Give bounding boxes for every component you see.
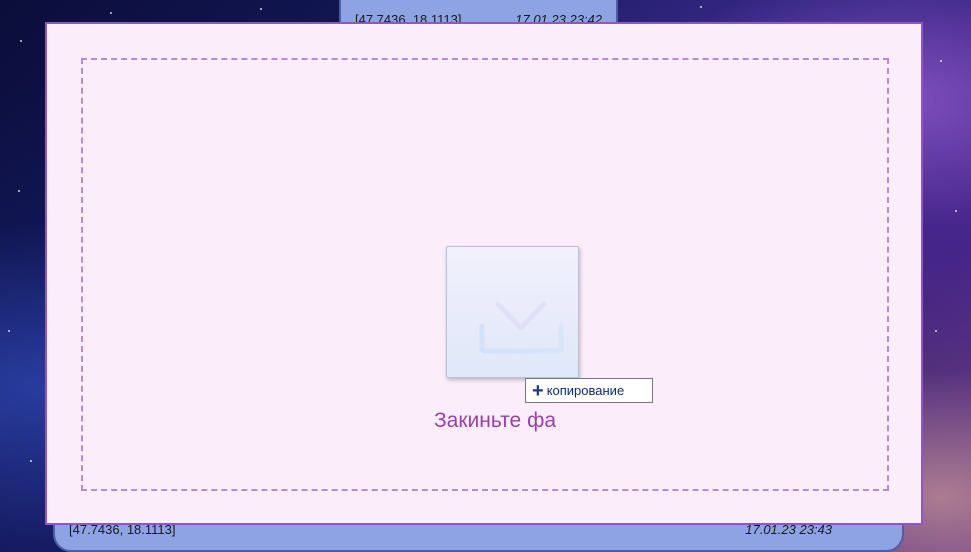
plus-icon: + <box>532 379 544 402</box>
file-ghost-icon <box>446 246 579 378</box>
copy-tooltip: + копирование <box>525 378 653 403</box>
drop-instruction-text: Закиньте фа <box>434 409 557 432</box>
copy-tooltip-label: копирование <box>546 383 625 398</box>
